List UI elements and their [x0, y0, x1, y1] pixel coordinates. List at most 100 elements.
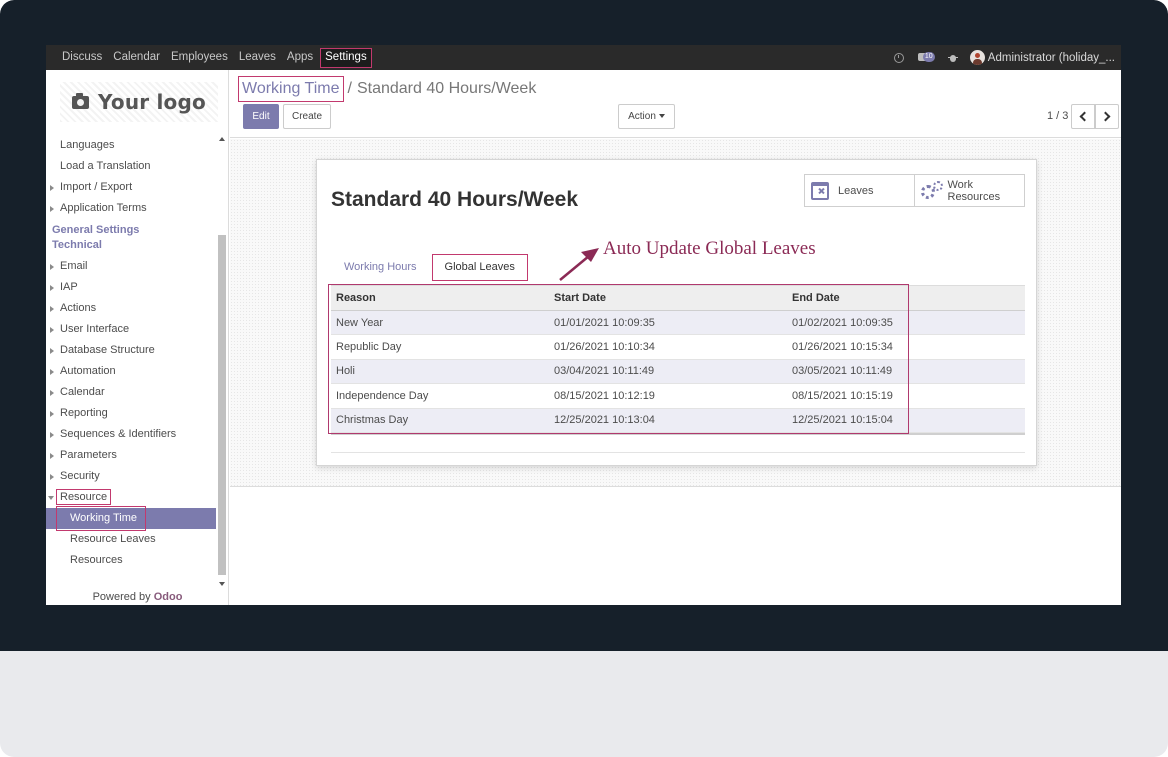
- top-navbar: Discuss Calendar Employees Leaves Apps S…: [46, 45, 1121, 70]
- leaves-smart-label: Leaves: [838, 184, 874, 197]
- table-row[interactable]: Christmas Day 12/25/2021 10:13:04 12/25/…: [331, 408, 1025, 433]
- column-start-date[interactable]: Start Date: [549, 285, 787, 311]
- cell-end-date: 01/02/2021 10:09:35: [787, 310, 907, 336]
- sidebar-item-working-time[interactable]: Working Time: [46, 506, 216, 531]
- caret-down-icon: [658, 114, 665, 119]
- sidebar-item-application-terms[interactable]: Application Terms: [46, 198, 216, 219]
- breadcrumb: Working Time / Standard 40 Hours/Week: [238, 76, 536, 102]
- settings-sidebar: Your logo Languages Load a Translation I…: [46, 70, 229, 605]
- pager-previous-button[interactable]: [1071, 104, 1095, 129]
- table-row[interactable]: Independence Day 08/15/2021 10:12:19 08/…: [331, 383, 1025, 409]
- menu-discuss[interactable]: Discuss: [58, 48, 106, 68]
- table-row[interactable]: Holi 03/04/2021 10:11:49 03/05/2021 10:1…: [331, 359, 1025, 385]
- table-row[interactable]: Republic Day 01/26/2021 10:10:34 01/26/2…: [331, 334, 1025, 360]
- menu-leaves[interactable]: Leaves: [235, 48, 280, 68]
- table-row[interactable]: New Year 01/01/2021 10:09:35 01/02/2021 …: [331, 310, 1025, 336]
- sidebar-item-resource-leaves[interactable]: Resource Leaves: [46, 529, 216, 550]
- breadcrumb-working-time[interactable]: Working Time: [238, 76, 344, 102]
- calendar-x-icon: [811, 181, 829, 200]
- debug-bug-icon[interactable]: [947, 53, 958, 63]
- app-screen: Discuss Calendar Employees Leaves Apps S…: [46, 45, 1121, 605]
- message-count-badge: 10: [922, 51, 935, 62]
- form-sheet: Leaves Work Resources Standard 40 Hours/…: [316, 159, 1037, 466]
- sidebar-menu: Languages Load a Translation Import / Ex…: [46, 135, 216, 571]
- menu-calendar[interactable]: Calendar: [109, 48, 164, 68]
- powered-by-text: Powered by: [92, 591, 151, 603]
- sidebar-item-resource[interactable]: Resource: [46, 487, 216, 508]
- column-reason[interactable]: Reason: [331, 285, 549, 311]
- table-footer: [331, 433, 1025, 438]
- column-spacer: [907, 285, 1025, 311]
- user-menu[interactable]: Administrator (holiday_...: [988, 52, 1115, 64]
- leaves-table: Reason Start Date End Date New Year 01/0…: [331, 285, 1025, 433]
- gears-icon: [920, 180, 943, 201]
- global-leaves-table: Reason Start Date End Date New Year 01/0…: [331, 285, 1025, 433]
- menu-settings[interactable]: Settings: [320, 47, 372, 68]
- cell-spacer: [907, 383, 1025, 409]
- sidebar-item-email[interactable]: Email: [46, 256, 216, 277]
- activity-clock-icon[interactable]: [893, 52, 904, 63]
- tab-working-hours[interactable]: Working Hours: [331, 254, 430, 281]
- create-button[interactable]: Create: [283, 104, 331, 129]
- sidebar-item-resources[interactable]: Resources: [46, 550, 216, 571]
- sidebar-item-sequences[interactable]: Sequences & Identifiers: [46, 424, 216, 445]
- scroll-down-arrow-icon[interactable]: [219, 582, 225, 586]
- column-end-date[interactable]: End Date: [787, 285, 907, 311]
- sidebar-scrollbar[interactable]: [217, 135, 227, 590]
- cell-spacer: [907, 310, 1025, 336]
- sidebar-item-automation[interactable]: Automation: [46, 361, 216, 382]
- notebook-tabs: Working Hours Global Leaves: [331, 254, 528, 281]
- work-resources-smart-button[interactable]: Work Resources: [915, 175, 1025, 206]
- action-dropdown[interactable]: Action: [618, 104, 675, 129]
- odoo-link[interactable]: Odoo: [154, 591, 183, 603]
- cell-start-date: 08/15/2021 10:12:19: [549, 383, 787, 409]
- annotation-arrow-icon: [559, 248, 599, 281]
- cell-start-date: 12/25/2021 10:13:04: [549, 408, 787, 433]
- user-avatar[interactable]: [969, 50, 985, 65]
- sidebar-header-general-settings[interactable]: General Settings: [46, 223, 216, 238]
- form-view: Leaves Work Resources Standard 40 Hours/…: [230, 139, 1121, 487]
- action-label: Action: [628, 111, 656, 122]
- cell-end-date: 01/26/2021 10:15:34: [787, 334, 907, 360]
- sidebar-item-database-structure[interactable]: Database Structure: [46, 340, 216, 361]
- sidebar-item-user-interface[interactable]: User Interface: [46, 319, 216, 340]
- smart-button-box: Leaves Work Resources: [804, 174, 1025, 207]
- cell-start-date: 01/01/2021 10:09:35: [549, 310, 787, 336]
- leaves-smart-button[interactable]: Leaves: [805, 175, 915, 206]
- sidebar-item-security[interactable]: Security: [46, 466, 216, 487]
- edit-button[interactable]: Edit: [243, 104, 279, 129]
- record-title: Standard 40 Hours/Week: [331, 188, 579, 211]
- annotation-text: Auto Update Global Leaves: [603, 238, 816, 259]
- cell-start-date: 03/04/2021 10:11:49: [549, 359, 787, 385]
- cell-reason: Independence Day: [331, 383, 549, 409]
- sidebar-item-calendar[interactable]: Calendar: [46, 382, 216, 403]
- sidebar-item-reporting[interactable]: Reporting: [46, 403, 216, 424]
- logo-text: Your logo: [98, 90, 206, 114]
- sidebar-item-languages[interactable]: Languages: [46, 135, 216, 156]
- powered-by: Powered by Odoo: [46, 591, 229, 603]
- menu-employees[interactable]: Employees: [167, 48, 232, 68]
- pager-next-button[interactable]: [1095, 104, 1119, 129]
- cell-reason: Christmas Day: [331, 408, 549, 433]
- cell-reason: Republic Day: [331, 334, 549, 360]
- cell-reason: Holi: [331, 359, 549, 385]
- resource-highlight-box: [56, 489, 111, 505]
- sidebar-item-actions[interactable]: Actions: [46, 298, 216, 319]
- sidebar-item-import-export[interactable]: Import / Export: [46, 177, 216, 198]
- breadcrumb-current: Standard 40 Hours/Week: [356, 80, 537, 97]
- menu-apps[interactable]: Apps: [283, 48, 317, 68]
- cell-spacer: [907, 334, 1025, 360]
- sidebar-item-load-translation[interactable]: Load a Translation: [46, 156, 216, 177]
- working-time-highlight-box: [56, 506, 146, 531]
- messaging-icon[interactable]: 10: [917, 51, 936, 64]
- work-resources-label: Work Resources: [948, 179, 1001, 203]
- scroll-up-arrow-icon[interactable]: [219, 137, 225, 141]
- sidebar-item-parameters[interactable]: Parameters: [46, 445, 216, 466]
- scroll-thumb[interactable]: [218, 235, 226, 575]
- cell-start-date: 01/26/2021 10:10:34: [549, 334, 787, 360]
- tab-global-leaves[interactable]: Global Leaves: [431, 254, 528, 281]
- sidebar-header-technical[interactable]: Technical: [46, 238, 216, 253]
- table-header-row: Reason Start Date End Date: [331, 285, 1025, 311]
- main-menu: Discuss Calendar Employees Leaves Apps S…: [58, 45, 375, 70]
- sidebar-item-iap[interactable]: IAP: [46, 277, 216, 298]
